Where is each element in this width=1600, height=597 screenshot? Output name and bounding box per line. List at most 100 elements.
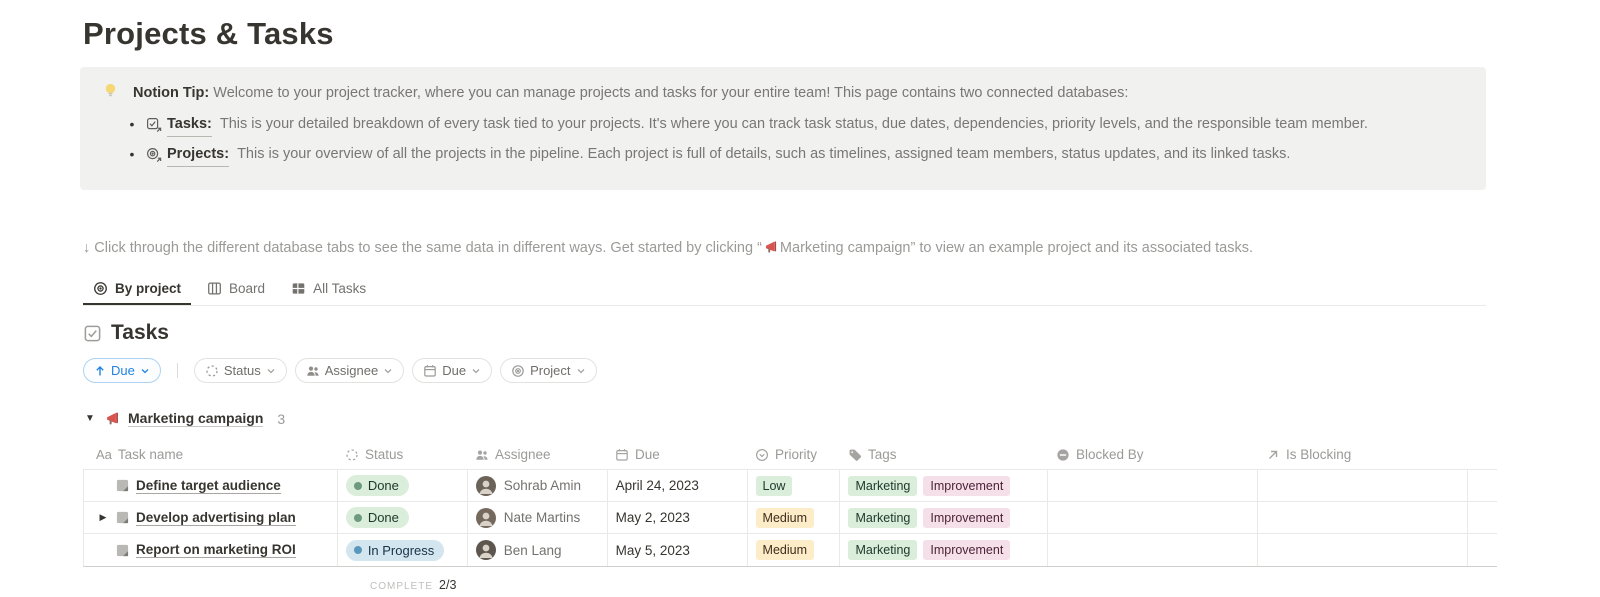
filter-pill-assignee[interactable]: Assignee [295,358,404,383]
avatar [476,540,496,560]
filter-pill-project[interactable]: Project [500,358,596,383]
task-row-report-on-marketing-roi[interactable]: Report on marketing ROI In Progress Ben … [84,534,1497,566]
task-name-cell[interactable]: ▶ Develop advertising plan [84,502,338,533]
group-collapse-toggle[interactable]: ▼ [83,413,97,424]
people-icon [306,364,320,378]
column-header-task-name[interactable]: Aa Task name [83,440,337,469]
column-header-tags[interactable]: Tags [840,440,1048,469]
tasks-page-link[interactable]: Tasks: [146,113,212,137]
table-icon [291,281,306,296]
filter-divider [177,363,178,378]
column-header-is-blocking[interactable]: Is Blocking [1258,440,1468,469]
task-row-develop-advertising-plan[interactable]: ▶ Develop advertising plan Done Nate Mar… [84,502,1497,534]
column-label: Due [635,447,660,462]
arrow-down-circle-icon [755,448,769,462]
tags-cell[interactable]: Marketing Improvement [840,534,1048,566]
tab-label: Board [229,281,265,296]
tasks-section-header: Tasks [83,321,1600,345]
blocked-by-cell[interactable] [1048,534,1258,566]
tasks-link-label[interactable]: Tasks: [167,113,212,137]
priority-cell[interactable]: Medium [748,534,841,566]
arrow-up-right-icon [1266,448,1280,462]
tag-badge-improvement: Improvement [923,540,1010,560]
due-cell[interactable]: April 24, 2023 [608,470,748,501]
column-label: Blocked By [1076,447,1144,462]
assignee-cell[interactable]: Ben Lang [468,534,608,566]
tasks-checkbox-link-icon [146,117,162,133]
table-header-row: Aa Task name Status Assignee Due [83,440,1497,470]
tasks-table: Aa Task name Status Assignee Due [83,440,1497,567]
tags-cell[interactable]: Marketing Improvement [840,470,1048,501]
column-label: Assignee [495,447,551,462]
column-label: Tags [868,447,897,462]
assignee-name: Ben Lang [504,543,562,558]
tip-text: Notion Tip: Welcome to your project trac… [133,82,1128,104]
target-icon [511,364,525,378]
page-icon [115,543,130,558]
task-title[interactable]: Develop advertising plan [136,510,296,526]
tab-all-tasks[interactable]: All Tasks [281,276,376,305]
is-blocking-cell[interactable] [1258,470,1468,501]
status-cell[interactable]: Done [338,470,468,501]
projects-page-link[interactable]: Projects: [146,143,229,167]
filter-pill-label: Status [224,363,261,378]
tag-icon [848,448,862,462]
status-cell[interactable]: In Progress [338,534,468,566]
task-title[interactable]: Report on marketing ROI [136,542,296,558]
chevron-down-icon [383,366,393,376]
assignee-cell[interactable]: Nate Martins [468,502,608,533]
column-header-priority[interactable]: Priority [747,440,840,469]
priority-cell[interactable]: Low [748,470,841,501]
table-body: Define target audience Done Sohrab Amin … [83,470,1497,567]
group-campaign-link[interactable]: Marketing campaign [128,410,263,427]
empty-cell [1468,470,1497,501]
projects-link-label[interactable]: Projects: [167,143,229,167]
notion-tip-callout: Notion Tip: Welcome to your project trac… [80,67,1486,190]
status-dot [354,482,362,490]
group-header-marketing-campaign: ▼ Marketing campaign 3 [83,410,1600,427]
tags-cell[interactable]: Marketing Improvement [840,502,1048,533]
column-header-status[interactable]: Status [337,440,467,469]
assignee-cell[interactable]: Sohrab Amin [468,470,608,501]
due-date: April 24, 2023 [616,478,699,493]
tab-by-project[interactable]: By project [83,276,191,305]
blocked-by-cell[interactable] [1048,470,1258,501]
task-name-cell[interactable]: Report on marketing ROI [84,534,338,566]
sort-pill-due[interactable]: Due [83,358,161,383]
calc-value: 2/3 [439,578,456,592]
is-blocking-cell[interactable] [1258,534,1468,566]
tag-badge-marketing: Marketing [848,540,917,560]
column-header-blocked-by[interactable]: Blocked By [1048,440,1258,469]
due-cell[interactable]: May 5, 2023 [608,534,748,566]
priority-badge: Medium [756,540,814,560]
page-title[interactable]: Projects & Tasks [83,0,1600,52]
tag-badge-improvement: Improvement [923,508,1010,528]
task-row-define-target-audience[interactable]: Define target audience Done Sohrab Amin … [84,470,1497,502]
filter-pill-due[interactable]: Due [412,358,492,383]
megaphone-icon [764,240,778,254]
bullet-dot: • [126,113,138,136]
column-header-due[interactable]: Due [607,440,747,469]
checkbox-icon [83,324,102,343]
filter-bar: Due Status Assignee [83,358,1600,383]
tab-board[interactable]: Board [197,276,275,305]
empty-cell [1468,502,1497,533]
chevron-down-icon [140,366,150,376]
status-spinner-icon [205,364,219,378]
due-date: May 2, 2023 [616,510,690,525]
column-label: Is Blocking [1286,447,1351,462]
priority-cell[interactable]: Medium [748,502,841,533]
subtask-expand-toggle[interactable]: ▶ [97,512,109,523]
complete-calculation[interactable]: COMPLETE 2/3 [370,578,1600,592]
tip-label: Notion Tip: [133,85,209,101]
priority-badge: Low [756,476,793,496]
column-header-assignee[interactable]: Assignee [467,440,607,469]
due-cell[interactable]: May 2, 2023 [608,502,748,533]
status-cell[interactable]: Done [338,502,468,533]
task-name-cell[interactable]: Define target audience [84,470,338,501]
is-blocking-cell[interactable] [1258,502,1468,533]
filter-pill-label: Project [530,363,570,378]
blocked-by-cell[interactable] [1048,502,1258,533]
task-title[interactable]: Define target audience [136,478,281,494]
filter-pill-status[interactable]: Status [194,358,287,383]
